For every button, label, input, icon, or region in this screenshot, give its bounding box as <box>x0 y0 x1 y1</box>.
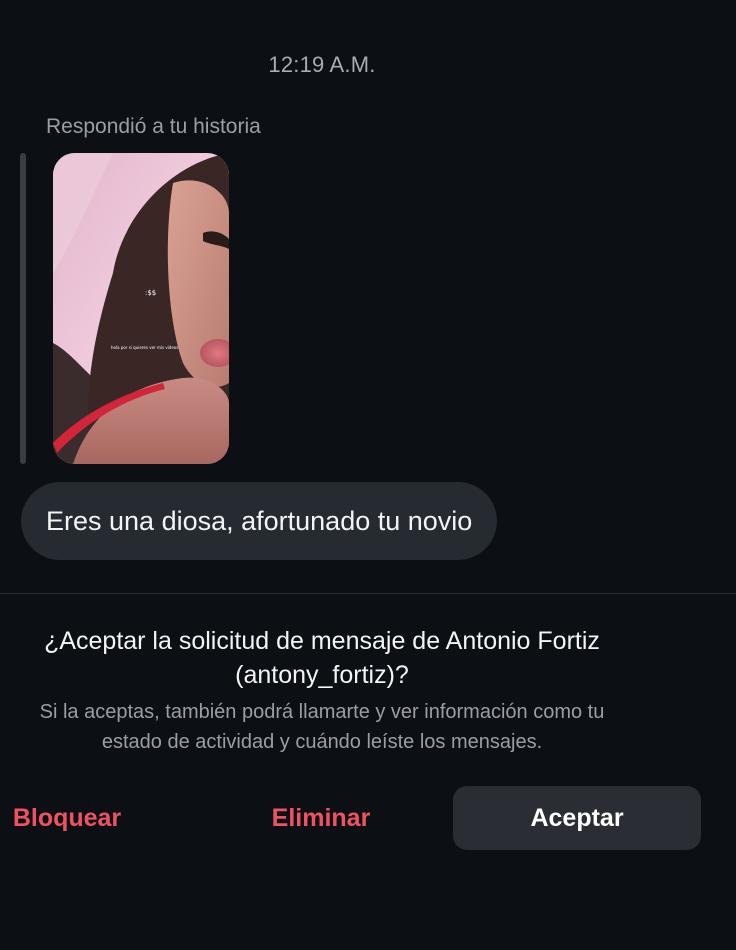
section-divider <box>0 593 736 594</box>
request-description: Si la aceptas, también podrá llamarte y … <box>0 697 674 757</box>
message-request-screen: 12:19 A.M. Respondió a tu historia:$$ h… <box>0 0 736 950</box>
reply-indicator-bar <box>20 153 26 464</box>
request-title-line2: (antony_fortiz)? <box>235 661 409 689</box>
message-timestamp: 12:19 A.M. <box>268 52 376 77</box>
message-bubble[interactable]: Eres una diosa, afortunado tu novio <box>21 482 498 560</box>
accept-button[interactable]: Aceptar <box>453 786 701 850</box>
message-text: Eres una diosa, afortunado tu novio <box>46 505 473 536</box>
request-title-line1: ¿Aceptar la solicitud de mensaje de Anto… <box>44 627 600 655</box>
delete-button[interactable]: Eliminar <box>262 786 380 850</box>
story-thumbnail[interactable]: :$$ hola por si quieres ver mis videos <box>53 153 229 464</box>
story-overlay-text: :$$ <box>145 289 156 297</box>
request-desc-line2: estado de actividad y cuándo leíste los … <box>101 731 543 753</box>
request-title: ¿Aceptar la solicitud de mensaje de Anto… <box>0 624 674 692</box>
story-reply-label: Respondió a tu historia <box>46 115 261 138</box>
request-desc-line1: Si la aceptas, también podrá llamarte y … <box>39 701 605 723</box>
block-button[interactable]: Bloquear <box>0 786 134 850</box>
story-overlay-caption: hola por si quieres ver mis videos <box>111 345 178 350</box>
